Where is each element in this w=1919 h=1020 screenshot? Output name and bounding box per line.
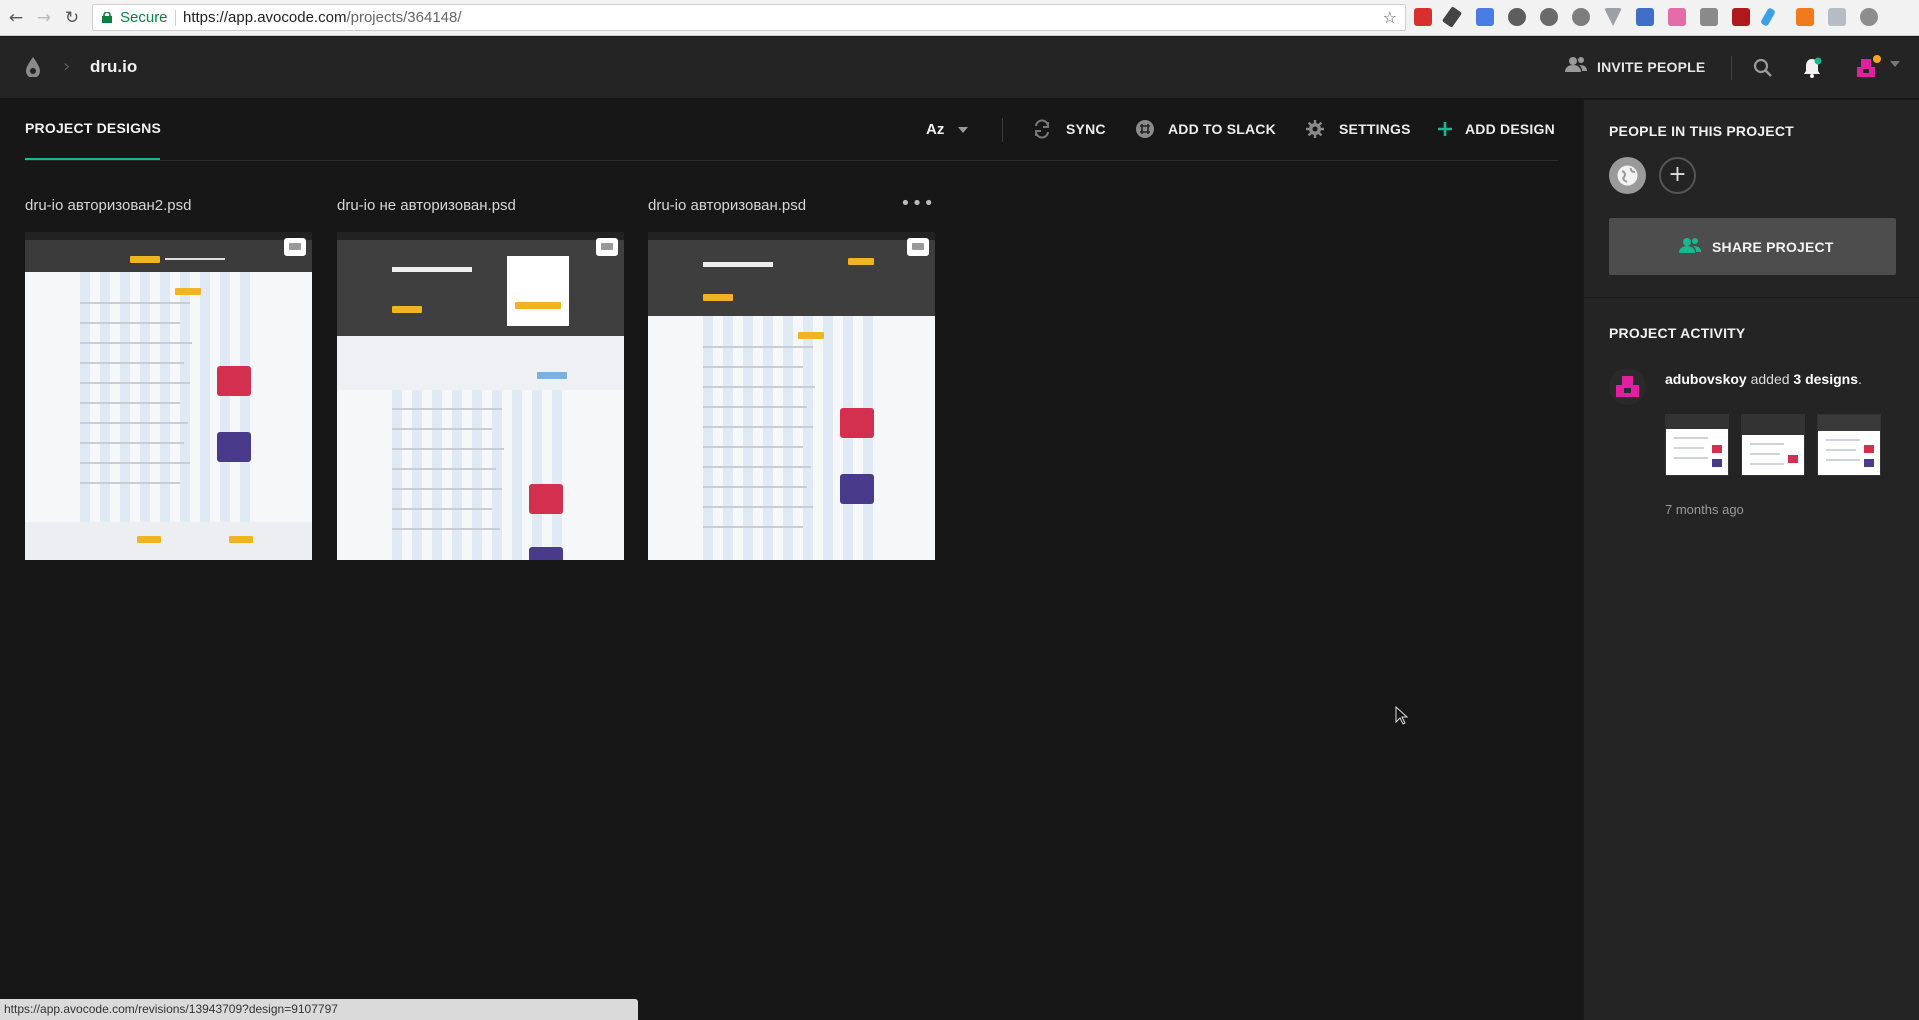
activity-timestamp: 7 months ago xyxy=(1665,502,1744,517)
secure-label: Secure xyxy=(120,9,168,26)
address-bar[interactable]: Secure https://app.avocode.com/projects/… xyxy=(92,4,1406,31)
sync-button[interactable]: SYNC xyxy=(1066,121,1106,137)
add-design-button[interactable]: ADD DESIGN xyxy=(1465,121,1555,137)
comment-icon[interactable] xyxy=(596,238,618,256)
bell-icon[interactable] xyxy=(1801,57,1823,79)
url-path: /projects/364148/ xyxy=(346,9,462,26)
comment-icon[interactable] xyxy=(284,238,306,256)
more-options-icon[interactable]: ••• xyxy=(900,195,935,213)
browser-toolbar: ← → ↻ Secure https://app.avocode.com/pro… xyxy=(0,0,1919,36)
globe-icon xyxy=(1617,165,1638,186)
header-divider xyxy=(1731,56,1732,80)
project-name[interactable]: dru.io xyxy=(90,57,137,77)
toolbar-separator xyxy=(1002,118,1003,142)
extension-icon[interactable] xyxy=(1604,8,1622,26)
extension-icon[interactable] xyxy=(1732,8,1750,26)
link-status-bar: https://app.avocode.com/revisions/139437… xyxy=(0,999,638,1020)
extension-icon[interactable] xyxy=(1476,8,1494,26)
activity-thumbnail[interactable] xyxy=(1817,414,1881,476)
breadcrumb-chevron-icon: › xyxy=(63,56,71,77)
design-title[interactable]: dru-io авторизован.psd xyxy=(648,197,935,219)
extension-icon[interactable] xyxy=(1760,7,1776,27)
side-divider xyxy=(1584,297,1919,298)
gear-icon[interactable] xyxy=(1305,119,1325,139)
tab-project-designs[interactable]: PROJECT DESIGNS xyxy=(25,120,161,136)
extension-icon[interactable] xyxy=(1828,8,1846,26)
slack-icon[interactable] xyxy=(1135,119,1155,139)
extension-icon[interactable] xyxy=(1796,8,1814,26)
design-card[interactable]: dru-io авторизован2.psd xyxy=(25,197,312,560)
sync-icon[interactable] xyxy=(1032,119,1052,139)
extension-icon[interactable] xyxy=(1441,6,1463,28)
design-thumbnail[interactable] xyxy=(25,232,312,560)
design-card[interactable]: dru-io авторизован.psd ••• xyxy=(648,195,935,560)
url-text[interactable]: https://app.avocode.com/projects/364148/ xyxy=(183,5,462,30)
back-icon[interactable]: ← xyxy=(4,6,28,30)
avocode-logo-icon[interactable] xyxy=(26,57,40,77)
url-host: https://app.avocode.com xyxy=(183,9,347,26)
app-header: › dru.io INVITE PEOPLE xyxy=(0,37,1919,99)
avatar-status-dot xyxy=(1873,55,1881,63)
omnibox-separator xyxy=(175,10,176,26)
extension-icon[interactable] xyxy=(1414,8,1432,26)
star-icon[interactable]: ☆ xyxy=(1383,5,1397,30)
user-avatar-graphic xyxy=(1616,376,1639,397)
activity-thumbnail[interactable] xyxy=(1665,414,1729,476)
activity-heading: PROJECT ACTIVITY xyxy=(1609,325,1746,341)
design-title[interactable]: dru-io не авторизован.psd xyxy=(337,197,624,219)
comment-icon[interactable] xyxy=(907,238,929,256)
design-card[interactable]: dru-io не авторизован.psd xyxy=(337,197,624,560)
chevron-down-icon[interactable] xyxy=(958,127,968,133)
extension-icon[interactable] xyxy=(1508,8,1526,26)
extension-icon[interactable] xyxy=(1540,8,1558,26)
activity-count: 3 designs xyxy=(1793,371,1859,387)
add-to-slack-button[interactable]: ADD TO SLACK xyxy=(1168,121,1276,137)
activity-thumbnail[interactable] xyxy=(1741,414,1805,476)
sort-dropdown[interactable]: Az xyxy=(926,121,944,138)
invite-people-label: INVITE PEOPLE xyxy=(1597,59,1706,75)
camera-icon[interactable] xyxy=(1700,8,1718,26)
main-content: PROJECT DESIGNS Az SYNC ADD TO SLACK SET… xyxy=(0,100,1582,1020)
activity-entry: adubovskoy added 3 designs. xyxy=(1665,371,1862,387)
people-icon xyxy=(1679,238,1701,253)
chevron-down-icon[interactable] xyxy=(1890,61,1900,67)
extension-icon[interactable] xyxy=(1572,8,1590,26)
extension-icon[interactable] xyxy=(1636,8,1654,26)
design-thumbnail[interactable] xyxy=(648,232,935,560)
activity-user[interactable]: adubovskoy xyxy=(1665,371,1747,387)
add-person-button[interactable]: + xyxy=(1659,157,1696,194)
toolbar-divider xyxy=(25,160,1558,161)
activity-period: . xyxy=(1858,371,1862,387)
mouse-cursor-icon xyxy=(1395,706,1409,725)
member-avatar[interactable] xyxy=(1609,157,1646,194)
extension-icon[interactable] xyxy=(1668,8,1686,26)
design-title[interactable]: dru-io авторизован2.psd xyxy=(25,197,312,219)
forward-icon[interactable]: → xyxy=(32,6,56,30)
activity-user-avatar[interactable] xyxy=(1609,368,1646,405)
activity-verb: added xyxy=(1746,371,1794,387)
project-side-panel: PEOPLE IN THIS PROJECT + SHARE PROJECT P… xyxy=(1583,100,1919,1020)
reload-icon[interactable]: ↻ xyxy=(60,6,84,30)
plus-icon[interactable] xyxy=(1435,119,1455,139)
share-project-label: SHARE PROJECT xyxy=(1712,239,1834,255)
people-icon xyxy=(1565,57,1587,72)
search-icon[interactable] xyxy=(1752,57,1774,79)
extension-icon[interactable] xyxy=(1860,8,1878,26)
share-project-button[interactable]: SHARE PROJECT xyxy=(1609,218,1896,275)
lock-icon xyxy=(102,12,112,23)
design-thumbnail[interactable] xyxy=(337,232,624,560)
people-heading: PEOPLE IN THIS PROJECT xyxy=(1609,123,1794,139)
settings-button[interactable]: SETTINGS xyxy=(1339,121,1411,137)
